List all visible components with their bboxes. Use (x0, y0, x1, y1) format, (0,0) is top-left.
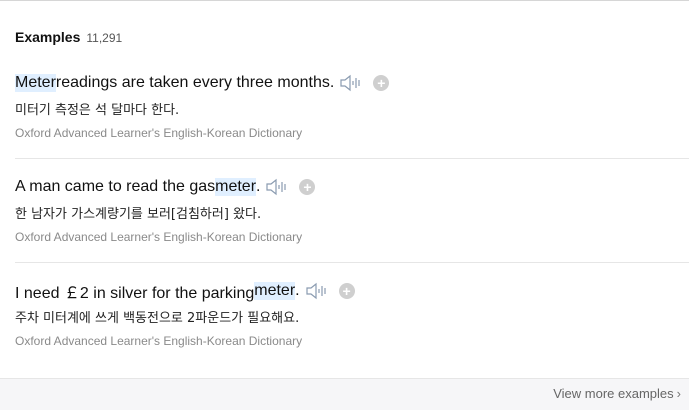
sentence-text: readings are taken every three months. (55, 74, 335, 91)
examples-count: 11,291 (86, 31, 123, 45)
highlighted-word: Meter (15, 74, 56, 92)
view-more-label: View more examples (553, 386, 674, 401)
view-more-examples-link[interactable]: View more examples › (553, 386, 681, 401)
example-divider (15, 158, 689, 159)
plus-icon: + (342, 283, 351, 299)
sentence-text: I need ￡2 in silver for the parking (15, 285, 255, 302)
highlighted-word: meter (254, 282, 296, 300)
example-sentence: A man came to read the gas meter. + (15, 176, 316, 198)
sentence-text: A man came to read the gas (15, 178, 216, 195)
example-source: Oxford Advanced Learner's English-Korean… (15, 334, 303, 348)
speaker-icon[interactable] (340, 74, 362, 92)
examples-footer: View more examples › (0, 378, 689, 410)
add-to-wordbook-button[interactable]: + (373, 75, 390, 91)
examples-header: Examples 11,291 (15, 29, 122, 45)
add-to-wordbook-button[interactable]: + (299, 179, 316, 195)
example-source: Oxford Advanced Learner's English-Korean… (15, 126, 303, 140)
plus-icon: + (377, 75, 386, 91)
example-sentence: Meter readings are taken every three mon… (15, 72, 390, 94)
example-translation: 한 남자가 가스계량기를 보러[검침하러] 왔다. (15, 207, 262, 222)
chevron-right-icon: › (676, 386, 681, 401)
top-divider (0, 0, 689, 1)
example-sentence: I need ￡2 in silver for the parking mete… (15, 280, 355, 302)
add-to-wordbook-button[interactable]: + (338, 283, 355, 299)
examples-title: Examples (15, 29, 81, 45)
example-source: Oxford Advanced Learner's English-Korean… (15, 230, 303, 244)
example-divider (15, 262, 689, 263)
sentence-text: . (256, 178, 261, 195)
plus-icon: + (303, 179, 312, 195)
sentence-text: . (295, 282, 300, 299)
example-translation: 주차 미터계에 쓰게 백동전으로 2파운드가 필요해요. (15, 311, 300, 326)
example-translation: 미터기 측정은 석 달마다 한다. (15, 103, 180, 118)
speaker-icon[interactable] (266, 178, 288, 196)
speaker-icon[interactable] (306, 282, 328, 300)
highlighted-word: meter (215, 178, 257, 196)
